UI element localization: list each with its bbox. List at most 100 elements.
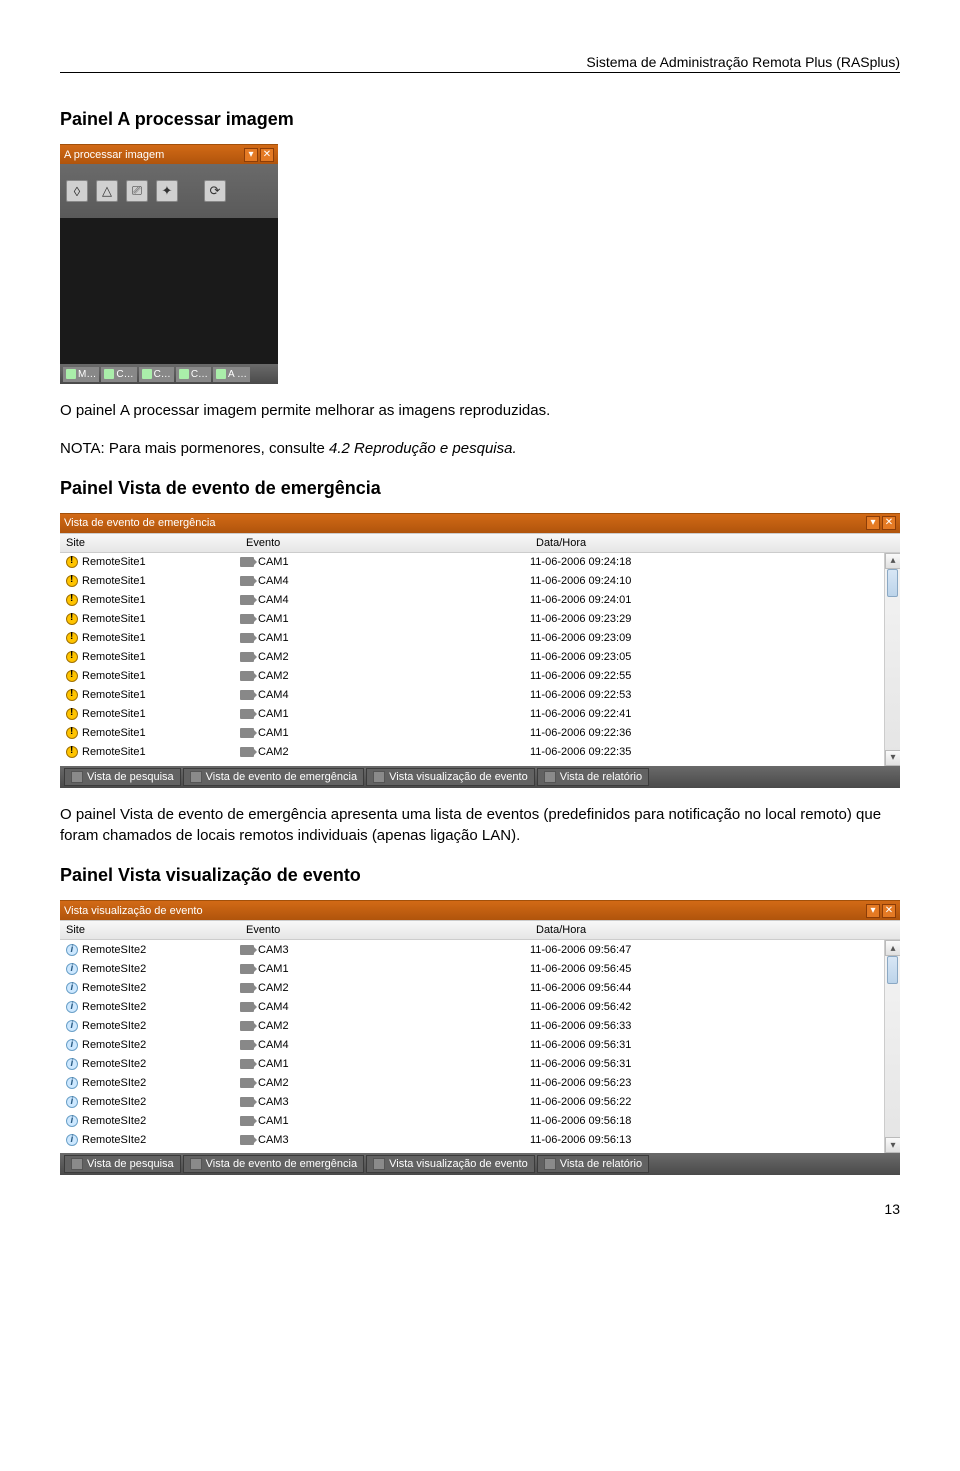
strip-tab[interactable]: M… bbox=[63, 367, 99, 382]
camera-icon bbox=[240, 1116, 254, 1126]
table-row[interactable]: RemoteSIte2CAM411-06-2006 09:56:42 bbox=[60, 997, 900, 1016]
col-evento[interactable]: Evento bbox=[240, 537, 530, 549]
event-cell: CAM1 bbox=[258, 1115, 289, 1127]
warning-icon bbox=[66, 727, 78, 739]
refresh-icon[interactable]: ⟳ bbox=[204, 180, 226, 202]
scroll-thumb[interactable] bbox=[887, 569, 898, 597]
triangle-icon[interactable]: △ bbox=[96, 180, 118, 202]
scroll-thumb[interactable] bbox=[887, 956, 898, 984]
camera-icon bbox=[240, 633, 254, 643]
table-row[interactable]: RemoteSIte2CAM211-06-2006 09:56:44 bbox=[60, 978, 900, 997]
info-icon bbox=[66, 944, 78, 956]
event-cell: CAM1 bbox=[258, 632, 289, 644]
table-row[interactable]: RemoteSIte2CAM411-06-2006 09:56:31 bbox=[60, 1035, 900, 1054]
scroll-down-icon[interactable]: ▾ bbox=[885, 750, 900, 766]
camera-icon bbox=[240, 1078, 254, 1088]
table-row[interactable]: RemoteSIte2CAM211-06-2006 09:56:33 bbox=[60, 1016, 900, 1035]
table-row[interactable]: RemoteSIte2CAM111-06-2006 09:56:18 bbox=[60, 1111, 900, 1130]
tab-eventview[interactable]: Vista visualização de evento bbox=[366, 1155, 535, 1173]
tab-search[interactable]: Vista de pesquisa bbox=[64, 1155, 181, 1173]
pin-icon[interactable]: ▾ bbox=[866, 516, 880, 530]
tab-report[interactable]: Vista de relatório bbox=[537, 768, 649, 786]
table-row[interactable]: RemoteSite1CAM111-06-2006 09:24:18 bbox=[60, 553, 900, 572]
tab-eventview[interactable]: Vista visualização de evento bbox=[366, 768, 535, 786]
datetime-cell: 11-06-2006 09:24:10 bbox=[530, 575, 900, 587]
table-row[interactable]: RemoteSite1CAM211-06-2006 09:22:35 bbox=[60, 743, 900, 762]
footer-tab-strip: Vista de pesquisa Vista de evento de eme… bbox=[60, 766, 900, 788]
camera-icon bbox=[240, 557, 254, 567]
tab-emergency[interactable]: Vista de evento de emergência bbox=[183, 1155, 364, 1173]
table-row[interactable]: RemoteSite1CAM111-06-2006 09:23:29 bbox=[60, 610, 900, 629]
table-row[interactable]: RemoteSite1CAM211-06-2006 09:22:55 bbox=[60, 667, 900, 686]
eye-icon bbox=[373, 771, 385, 783]
search-icon bbox=[71, 1158, 83, 1170]
warning-icon bbox=[66, 670, 78, 682]
table-row[interactable]: RemoteSIte2CAM111-06-2006 09:56:45 bbox=[60, 959, 900, 978]
camera-icon bbox=[240, 945, 254, 955]
col-site[interactable]: Site bbox=[60, 537, 240, 549]
footer-tab-strip: Vista de pesquisa Vista de evento de eme… bbox=[60, 1153, 900, 1175]
table-row[interactable]: RemoteSIte2CAM211-06-2006 09:56:23 bbox=[60, 1073, 900, 1092]
image-process-panel: A processar imagem ▾ ✕ ◊ △ ⎚ ✦ ⟳ M… C… C… bbox=[60, 144, 278, 384]
datetime-cell: 11-06-2006 09:56:44 bbox=[530, 982, 900, 994]
strip-tab[interactable]: C… bbox=[101, 367, 136, 382]
close-icon[interactable]: ✕ bbox=[882, 516, 896, 530]
site-cell: RemoteSite1 bbox=[82, 632, 146, 644]
warning-icon bbox=[66, 746, 78, 758]
close-icon[interactable]: ✕ bbox=[260, 148, 274, 162]
table-row[interactable]: RemoteSite1CAM111-06-2006 09:22:36 bbox=[60, 724, 900, 743]
table-row[interactable]: RemoteSite1CAM411-06-2006 09:24:10 bbox=[60, 572, 900, 591]
strip-tab[interactable]: A … bbox=[213, 367, 250, 382]
scroll-down-icon[interactable]: ▾ bbox=[885, 1137, 900, 1153]
table-row[interactable]: RemoteSite1CAM411-06-2006 09:22:53 bbox=[60, 686, 900, 705]
table-row[interactable]: RemoteSite1CAM411-06-2006 09:24:01 bbox=[60, 591, 900, 610]
datetime-cell: 11-06-2006 09:24:18 bbox=[530, 556, 900, 568]
site-cell: RemoteSite1 bbox=[82, 689, 146, 701]
scrollbar[interactable]: ▴ ▾ bbox=[884, 940, 900, 1153]
camera-icon bbox=[240, 1021, 254, 1031]
panel-title: Vista visualização de evento bbox=[64, 905, 203, 917]
grid-header: Site Evento Data/Hora bbox=[60, 920, 900, 940]
site-cell: RemoteSite1 bbox=[82, 746, 146, 758]
scroll-up-icon[interactable]: ▴ bbox=[885, 940, 900, 956]
site-cell: RemoteSite1 bbox=[82, 613, 146, 625]
bottom-tab-strip: M… C… C… C… A … bbox=[60, 364, 278, 384]
col-data[interactable]: Data/Hora bbox=[530, 537, 900, 549]
warning-icon bbox=[66, 575, 78, 587]
section-3-title: Painel Vista visualização de evento bbox=[60, 865, 900, 886]
scrollbar[interactable]: ▴ ▾ bbox=[884, 553, 900, 766]
col-evento[interactable]: Evento bbox=[240, 924, 530, 936]
datetime-cell: 11-06-2006 09:56:47 bbox=[530, 944, 900, 956]
table-row[interactable]: RemoteSIte2CAM111-06-2006 09:56:31 bbox=[60, 1054, 900, 1073]
close-icon[interactable]: ✕ bbox=[882, 904, 896, 918]
drop-icon[interactable]: ◊ bbox=[66, 180, 88, 202]
camera-icon bbox=[240, 1135, 254, 1145]
pin-icon[interactable]: ▾ bbox=[244, 148, 258, 162]
event-cell: CAM1 bbox=[258, 727, 289, 739]
event-cell: CAM3 bbox=[258, 1134, 289, 1146]
strip-tab[interactable]: C… bbox=[139, 367, 174, 382]
tab-report[interactable]: Vista de relatório bbox=[537, 1155, 649, 1173]
tab-search[interactable]: Vista de pesquisa bbox=[64, 768, 181, 786]
event-cell: CAM2 bbox=[258, 746, 289, 758]
preview-area bbox=[60, 218, 278, 364]
sliders-icon[interactable]: ⎚ bbox=[126, 180, 148, 202]
pin-icon[interactable]: ▾ bbox=[866, 904, 880, 918]
col-data[interactable]: Data/Hora bbox=[530, 924, 900, 936]
sparkle-icon[interactable]: ✦ bbox=[156, 180, 178, 202]
table-row[interactable]: RemoteSIte2CAM311-06-2006 09:56:13 bbox=[60, 1130, 900, 1149]
tab-emergency[interactable]: Vista de evento de emergência bbox=[183, 768, 364, 786]
table-row[interactable]: RemoteSite1CAM111-06-2006 09:22:41 bbox=[60, 705, 900, 724]
table-row[interactable]: RemoteSite1CAM211-06-2006 09:23:05 bbox=[60, 648, 900, 667]
datetime-cell: 11-06-2006 09:23:09 bbox=[530, 632, 900, 644]
site-cell: RemoteSite1 bbox=[82, 670, 146, 682]
table-row[interactable]: RemoteSIte2CAM311-06-2006 09:56:22 bbox=[60, 1092, 900, 1111]
col-site[interactable]: Site bbox=[60, 924, 240, 936]
scroll-up-icon[interactable]: ▴ bbox=[885, 553, 900, 569]
report-icon bbox=[544, 1158, 556, 1170]
table-row[interactable]: RemoteSIte2CAM311-06-2006 09:56:47 bbox=[60, 940, 900, 959]
strip-tab[interactable]: C… bbox=[176, 367, 211, 382]
table-row[interactable]: RemoteSite1 CAM1 11-06-2006 09:23:09 bbox=[60, 629, 900, 648]
panel-titlebar: Vista de evento de emergência ▾ ✕ bbox=[60, 513, 900, 533]
camera-icon bbox=[240, 595, 254, 605]
